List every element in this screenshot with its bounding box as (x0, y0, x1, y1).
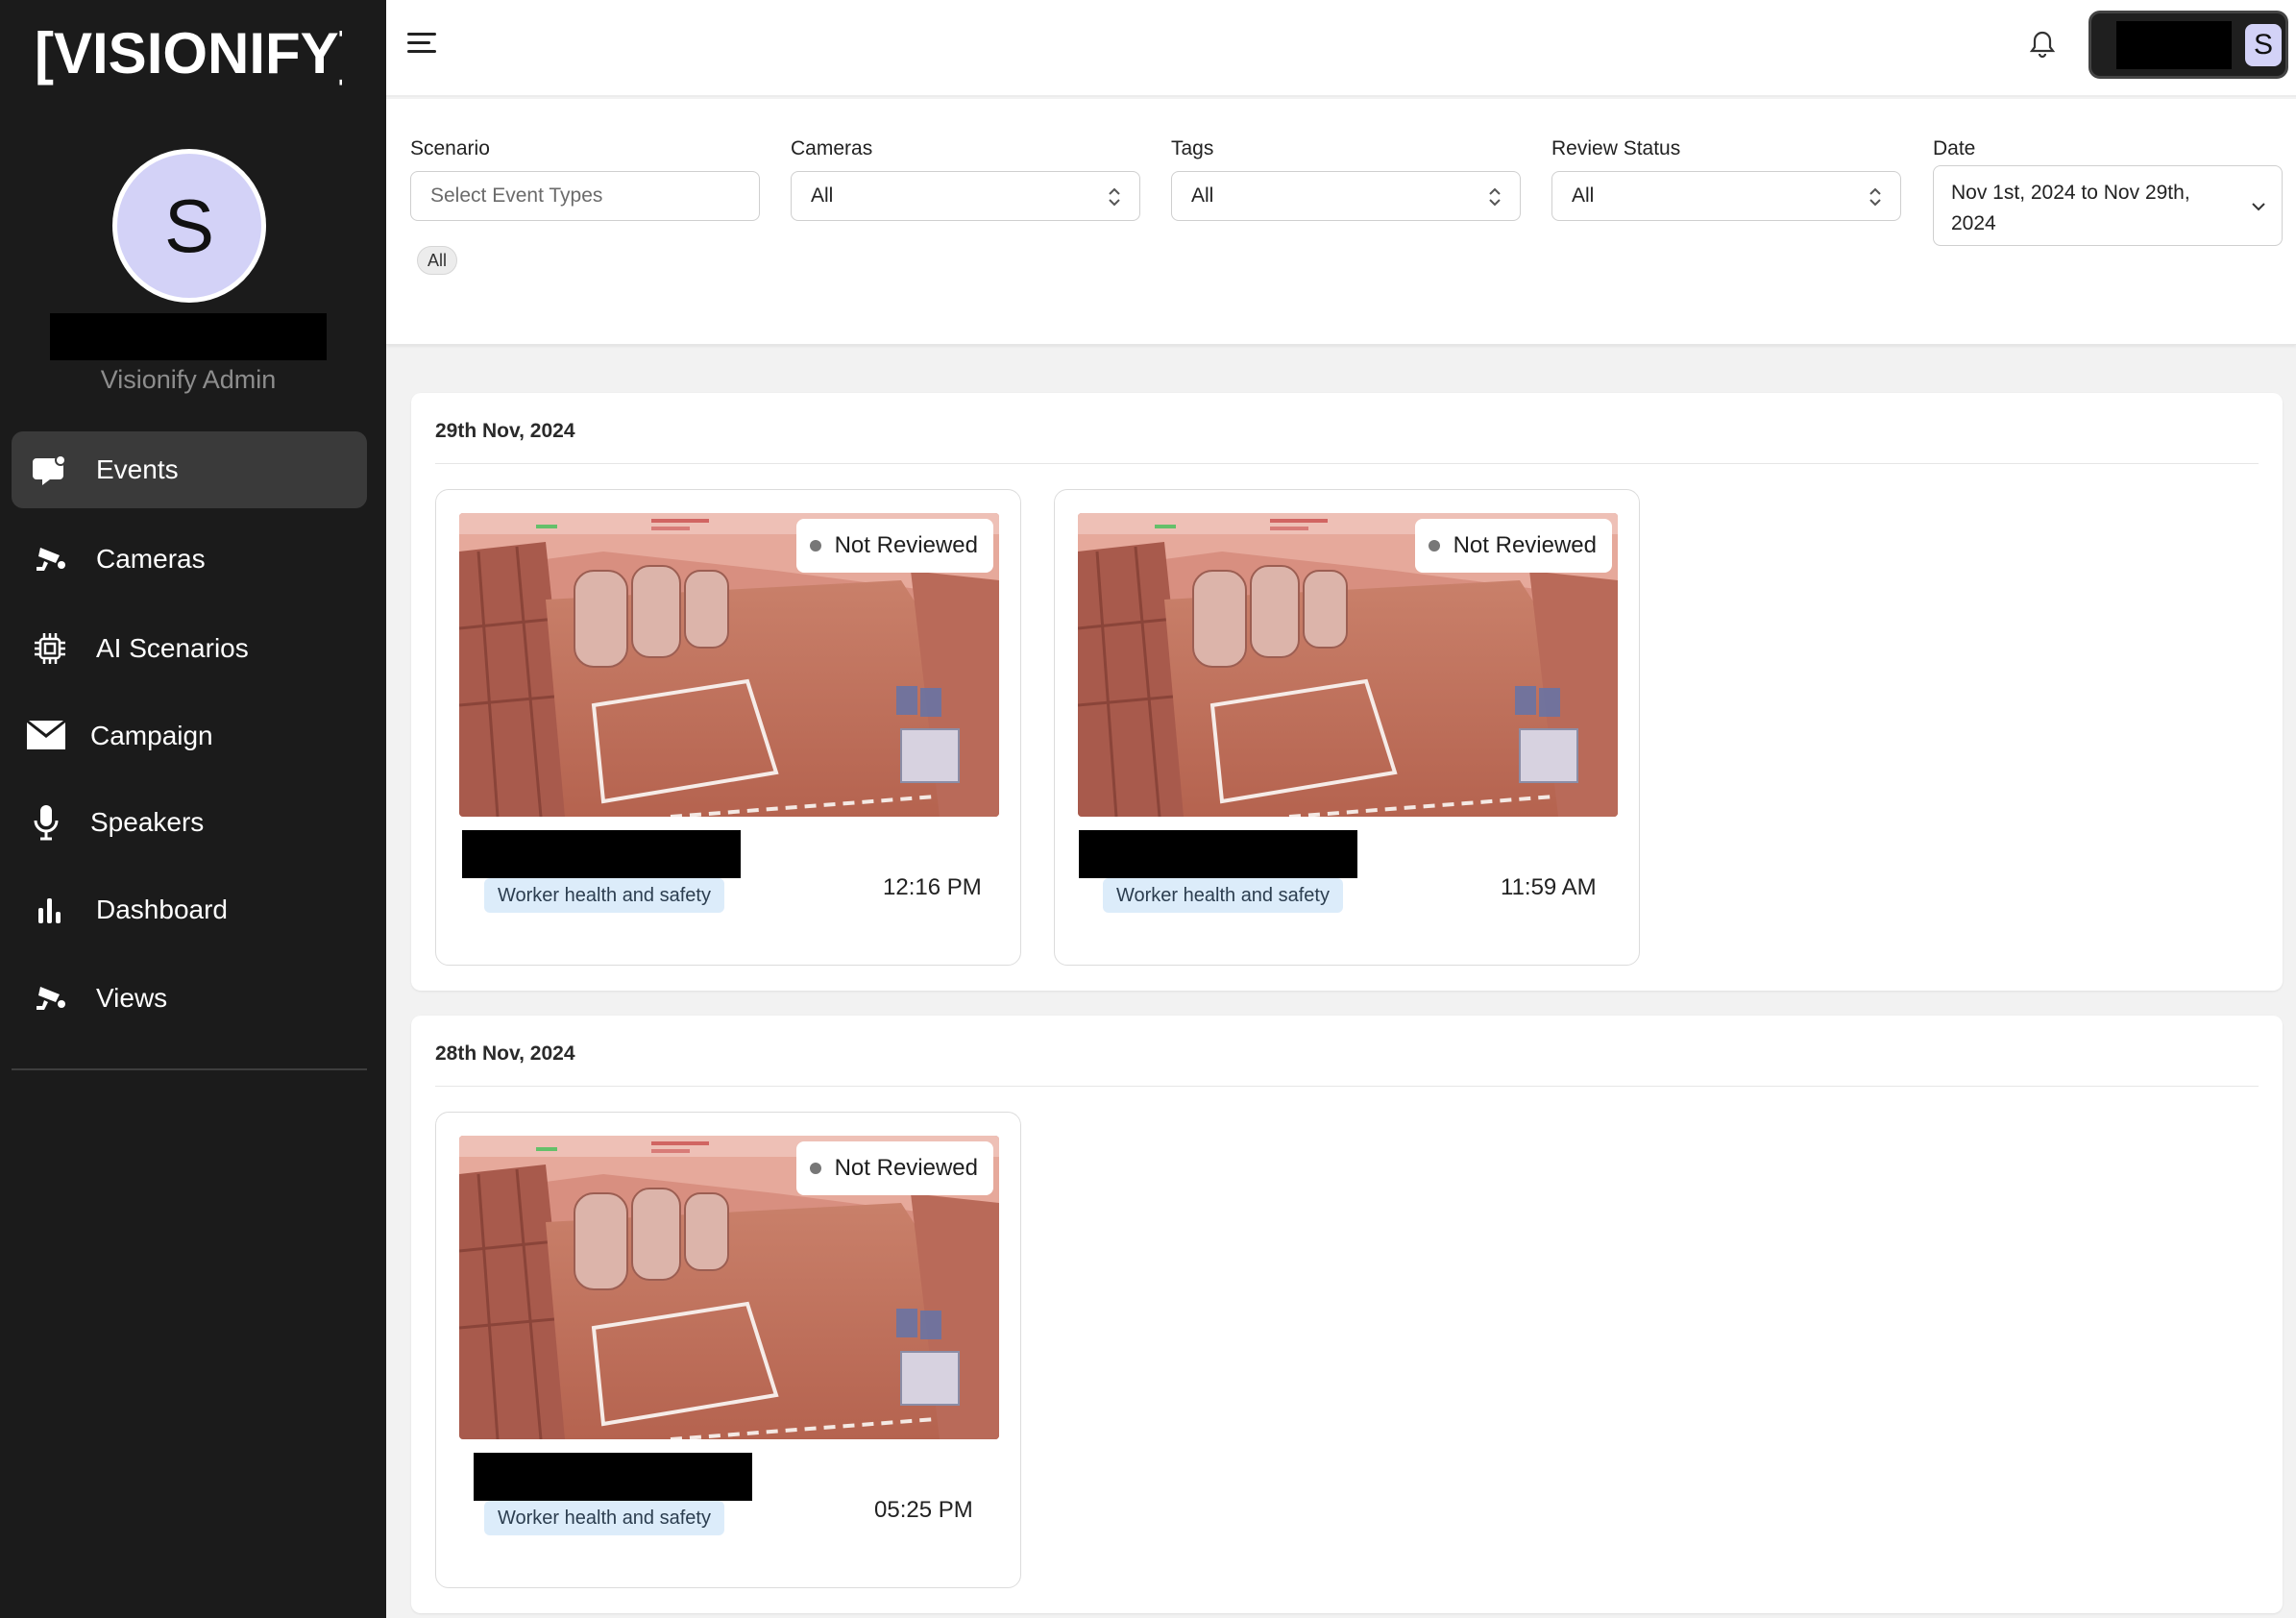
svg-text:[VISIONIFY]: [VISIONIFY] (35, 21, 342, 86)
redacted-camera-name (474, 1453, 752, 1501)
review-status-text: Not Reviewed (834, 1155, 978, 1181)
top-bar (386, 0, 2296, 97)
user-avatar-initial: S (2253, 29, 2273, 61)
events-icon (31, 451, 69, 489)
sidebar-item-label: AI Scenarios (96, 633, 249, 663)
event-date-group: 29th Nov, 2024 Not Reviewed Worker healt… (411, 393, 2283, 991)
sidebar-item-ai-scenarios[interactable]: AI Scenarios (12, 610, 367, 687)
redacted-camera-name (1079, 830, 1357, 878)
status-dot (1428, 540, 1440, 552)
sidebar-item-label: Cameras (96, 544, 206, 574)
review-status-badge: Not Reviewed (795, 1141, 993, 1195)
cameras-value: All (811, 184, 834, 207)
scenario-tag: Worker health and safety (484, 878, 724, 913)
redacted-camera-name (462, 830, 741, 878)
visionify-logo[interactable]: [VISIONIFY] (35, 17, 342, 88)
microphone-icon (27, 803, 65, 842)
scenario-placeholder: Select Event Types (430, 184, 603, 207)
user-avatar[interactable]: S (112, 149, 266, 303)
scenario-chip-all[interactable]: All (417, 246, 458, 275)
mail-icon (27, 717, 65, 755)
sidebar-item-label: Dashboard (96, 895, 228, 924)
user-avatar-initial: S (163, 183, 215, 268)
chevron-up-down-icon (1489, 187, 1501, 207)
sidebar-item-label: Events (96, 454, 179, 484)
sidebar-item-dashboard[interactable]: Dashboard (12, 871, 367, 948)
event-card[interactable]: Not Reviewed Worker health and safety 11… (1054, 489, 1640, 966)
date-label: Date (1933, 137, 1976, 159)
sidebar-item-views[interactable]: Views (12, 960, 367, 1037)
status-dot (809, 540, 821, 552)
date-range-value: Nov 1st, 2024 to Nov 29th, 2024 (1951, 182, 2190, 234)
user-menu-button[interactable]: S (2088, 11, 2288, 79)
camera-icon (31, 979, 69, 1017)
status-dot (809, 1163, 821, 1174)
camera-icon (31, 540, 69, 578)
bell-icon[interactable] (2028, 29, 2057, 60)
group-date-heading: 28th Nov, 2024 (435, 1042, 575, 1065)
review-status-text: Not Reviewed (834, 532, 978, 558)
sidebar-item-speakers[interactable]: Speakers (12, 784, 367, 861)
sidebar-divider (12, 1068, 367, 1070)
event-thumbnail[interactable]: Not Reviewed (459, 513, 999, 817)
date-range-picker[interactable]: Nov 1st, 2024 to Nov 29th, 2024 (1933, 165, 2283, 246)
tags-label: Tags (1171, 137, 1214, 159)
review-status-badge: Not Reviewed (1414, 519, 1612, 573)
cameras-select[interactable]: All (791, 171, 1140, 221)
event-time: 11:59 AM (1501, 874, 1597, 900)
scenario-select[interactable]: Select Event Types (410, 171, 760, 221)
review-status-badge: Not Reviewed (795, 519, 993, 573)
sidebar-item-cameras[interactable]: Cameras (12, 521, 367, 598)
chevron-up-down-icon (1109, 187, 1120, 207)
sidebar-item-events[interactable]: Events (12, 431, 367, 508)
user-role: Visionify Admin (100, 365, 277, 394)
event-thumbnail[interactable]: Not Reviewed (459, 1136, 999, 1439)
bar-chart-icon (31, 891, 69, 929)
event-thumbnail[interactable]: Not Reviewed (1078, 513, 1618, 817)
chevron-up-down-icon (1869, 187, 1881, 207)
sidebar-item-label: Speakers (90, 807, 205, 837)
review-status-label: Review Status (1551, 137, 1681, 159)
chip-icon (31, 629, 69, 668)
scenario-tag: Worker health and safety (484, 1501, 724, 1535)
sidebar-item-campaign[interactable]: Campaign (12, 698, 367, 774)
user-avatar-small: S (2245, 24, 2282, 66)
sidebar-item-label: Views (96, 983, 168, 1013)
scenario-tag: Worker health and safety (1103, 878, 1343, 913)
event-card[interactable]: Not Reviewed Worker health and safety 05… (435, 1112, 1021, 1588)
sidebar: [VISIONIFY] S Visionify Admin Events Cam… (0, 0, 386, 1618)
redacted-user-name (2116, 21, 2232, 69)
tags-value: All (1191, 184, 1214, 207)
event-time: 12:16 PM (883, 874, 982, 900)
menu-icon[interactable] (407, 29, 440, 58)
review-status-select[interactable]: All (1551, 171, 1901, 221)
cameras-label: Cameras (791, 137, 873, 159)
chevron-down-icon (2252, 203, 2265, 211)
sidebar-item-label: Campaign (90, 721, 213, 750)
event-card[interactable]: Not Reviewed Worker health and safety 12… (435, 489, 1021, 966)
event-date-group: 28th Nov, 2024 Not Reviewed Worker healt… (411, 1016, 2283, 1613)
scenario-label: Scenario (410, 137, 490, 159)
group-date-heading: 29th Nov, 2024 (435, 420, 575, 442)
divider (435, 463, 2259, 464)
review-status-value: All (1572, 184, 1595, 207)
event-time: 05:25 PM (874, 1497, 973, 1523)
tags-select[interactable]: All (1171, 171, 1521, 221)
review-status-text: Not Reviewed (1453, 532, 1597, 558)
divider (435, 1086, 2259, 1087)
redacted-user-name (50, 313, 327, 360)
